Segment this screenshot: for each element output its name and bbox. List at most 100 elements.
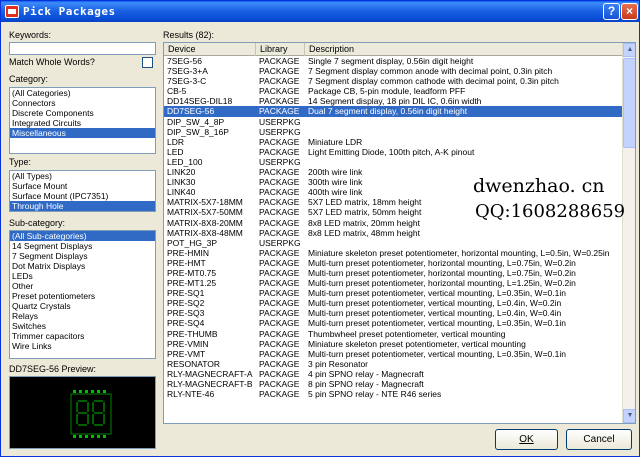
column-description[interactable]: Description — [305, 43, 622, 56]
close-button[interactable]: × — [621, 3, 638, 20]
subcategory-item[interactable]: Quartz Crystals — [10, 301, 155, 311]
subcategory-item[interactable]: LEDs — [10, 271, 155, 281]
table-row[interactable]: PRE-SQ1 PACKAGE Multi-turn preset potentio… — [164, 288, 622, 298]
table-row[interactable]: DIP_SW_4_8P USERPKG — [164, 117, 622, 127]
type-list[interactable]: (All Types) Surface Mount Surface Mount (I… — [9, 170, 156, 212]
device-cell: MATRIX-5X7-18MM — [167, 197, 243, 208]
library-cell: PACKAGE — [259, 197, 300, 208]
device-cell: RESONATOR — [167, 358, 221, 369]
column-device[interactable]: Device — [164, 43, 256, 56]
table-row[interactable]: POT_HG_3P USERPKG — [164, 238, 622, 248]
watermark-qq: QQ:1608288659 — [475, 201, 626, 222]
keywords-input[interactable] — [9, 42, 156, 55]
description-cell: 7 Segment display common cathode with de… — [308, 76, 559, 87]
device-cell: LINK40 — [167, 187, 196, 198]
table-row[interactable]: 7SEG-3+A PACKAGE 7 Segment display common … — [164, 66, 622, 76]
table-row[interactable]: RLY-MAGNECRAFT-A PACKAGE 4 pin SPNO relay … — [164, 369, 622, 379]
table-row[interactable]: PRE-VMT PACKAGE Multi-turn preset potentio… — [164, 349, 622, 359]
description-cell: Miniature skeleton preset potentiometer,… — [308, 338, 526, 349]
type-item[interactable]: (All Types) — [10, 171, 155, 181]
subcategory-item[interactable]: Dot Matrix Displays — [10, 261, 155, 271]
category-item[interactable]: Connectors — [10, 98, 155, 108]
type-item[interactable]: Surface Mount — [10, 181, 155, 191]
library-cell: PACKAGE — [259, 56, 300, 66]
subcategory-item[interactable]: Trimmer capacitors — [10, 331, 155, 341]
table-row[interactable]: PRE-HMIN PACKAGE Miniature skeleton preset… — [164, 248, 622, 258]
library-cell: PACKAGE — [259, 167, 300, 178]
table-row[interactable]: LDR PACKAGE Miniature LDR — [164, 137, 622, 147]
table-row[interactable]: PRE-SQ3 PACKAGE Multi-turn preset potentio… — [164, 308, 622, 318]
table-row[interactable]: RESONATOR PACKAGE 3 pin Resonator — [164, 359, 622, 369]
ok-button[interactable]: OK — [495, 429, 558, 450]
table-row[interactable]: DIP_SW_8_16P USERPKG — [164, 127, 622, 137]
scroll-thumb[interactable] — [623, 58, 635, 148]
table-row[interactable]: DD7SEG-56 PACKAGE Dual 7 segment display, … — [164, 106, 622, 117]
results-label: Results (82): — [163, 30, 215, 40]
subcategory-item[interactable]: Wire Links — [10, 341, 155, 351]
scroll-up-icon[interactable]: ▲ — [623, 43, 635, 57]
category-item[interactable]: (All Categories) — [10, 88, 155, 98]
subcategory-list[interactable]: (All Sub-categories) 14 Segment Displays 7… — [9, 230, 156, 359]
library-cell: PACKAGE — [259, 66, 300, 77]
table-row[interactable]: CB-5 PACKAGE Package CB, 5-pin module, lea… — [164, 86, 622, 96]
table-row[interactable]: PRE-THUMB PACKAGE Thumbwheel preset potent… — [164, 329, 622, 339]
library-cell: PACKAGE — [259, 338, 300, 349]
table-row[interactable]: LED PACKAGE Light Emitting Diode, 100th pi… — [164, 147, 622, 157]
results-table[interactable]: Device Library Description 7SEG-56 PACKAG… — [163, 42, 636, 424]
results-rows: 7SEG-56 PACKAGE Single 7 segment display, … — [164, 56, 622, 399]
table-row[interactable]: PRE-HMT PACKAGE Multi-turn preset potentio… — [164, 258, 622, 268]
table-row[interactable]: MATRIX-8X8-48MM PACKAGE 8x8 LED matrix, 48… — [164, 228, 622, 238]
library-cell: PACKAGE — [259, 298, 300, 309]
subcategory-item[interactable]: Other — [10, 281, 155, 291]
subcategory-item[interactable]: 7 Segment Displays — [10, 251, 155, 261]
table-row[interactable]: 7SEG-56 PACKAGE Single 7 segment display, … — [164, 56, 622, 66]
library-cell: PACKAGE — [259, 328, 300, 339]
table-row[interactable]: PRE-MT1.25 PACKAGE Multi-turn preset poten… — [164, 278, 622, 288]
match-whole-words-checkbox[interactable] — [142, 57, 153, 68]
library-cell: PACKAGE — [259, 187, 300, 198]
device-cell: PRE-MT0.75 — [167, 267, 217, 278]
library-cell: PACKAGE — [259, 146, 300, 157]
category-item[interactable]: Integrated Circuits — [10, 118, 155, 128]
title-bar: Pick Packages ? × — [1, 1, 639, 22]
table-row[interactable]: PRE-MT0.75 PACKAGE Multi-turn preset poten… — [164, 268, 622, 278]
table-row[interactable]: RLY-MAGNECRAFT-B PACKAGE 8 pin SPNO relay … — [164, 379, 622, 389]
library-cell: PACKAGE — [259, 136, 300, 147]
type-item[interactable]: Surface Mount (IPC7351) — [10, 191, 155, 201]
subcategory-item[interactable]: Switches — [10, 321, 155, 331]
description-cell: 14 Segment display, 18 pin DIL IC, 0.6in… — [308, 96, 482, 107]
device-cell: RLY-NTE-46 — [167, 389, 215, 400]
device-cell: DIP_SW_8_16P — [167, 126, 229, 137]
description-cell: 8x8 LED matrix, 48mm height — [308, 227, 420, 238]
column-library[interactable]: Library — [256, 43, 305, 56]
category-item[interactable]: Miscellaneous — [10, 128, 155, 138]
description-cell: Miniature LDR — [308, 136, 363, 147]
type-item[interactable]: Through Hole — [10, 201, 155, 211]
table-row[interactable]: PRE-SQ4 PACKAGE Multi-turn preset potentio… — [164, 318, 622, 328]
table-row[interactable]: LED_100 USERPKG — [164, 157, 622, 167]
device-cell: LINK20 — [167, 167, 196, 178]
subcategory-item[interactable]: Relays — [10, 311, 155, 321]
device-cell: RLY-MAGNECRAFT-B — [167, 379, 253, 389]
category-list[interactable]: (All Categories) Connectors Discrete Compo… — [9, 87, 156, 154]
table-row[interactable]: DD14SEG-DIL18 PACKAGE 14 Segment display, … — [164, 96, 622, 106]
library-cell: PACKAGE — [259, 86, 300, 97]
results-header: Device Library Description — [164, 43, 622, 56]
device-cell: DD14SEG-DIL18 — [167, 96, 233, 107]
table-row[interactable]: RLY-NTE-46 PACKAGE 5 pin SPNO relay - NTE … — [164, 389, 622, 399]
subcategory-item[interactable]: Preset potentiometers — [10, 291, 155, 301]
help-button[interactable]: ? — [603, 3, 620, 20]
table-row[interactable]: 7SEG-3-C PACKAGE 7 Segment display common … — [164, 76, 622, 86]
scroll-down-icon[interactable]: ▼ — [623, 409, 635, 423]
table-row[interactable]: PRE-VMIN PACKAGE Miniature skeleton preset… — [164, 339, 622, 349]
category-item[interactable]: Discrete Components — [10, 108, 155, 118]
results-scrollbar[interactable]: ▲ ▼ — [622, 43, 635, 423]
device-cell: PRE-SQ3 — [167, 308, 205, 319]
subcategory-item[interactable]: 14 Segment Displays — [10, 241, 155, 251]
subcategory-item[interactable]: (All Sub-categories) — [10, 231, 155, 241]
cancel-button[interactable]: Cancel — [566, 429, 632, 450]
device-cell: DIP_SW_4_8P — [167, 116, 225, 127]
description-cell: 3 pin Resonator — [308, 358, 369, 369]
match-whole-words-label: Match Whole Words? — [9, 57, 95, 67]
table-row[interactable]: PRE-SQ2 PACKAGE Multi-turn preset potentio… — [164, 298, 622, 308]
